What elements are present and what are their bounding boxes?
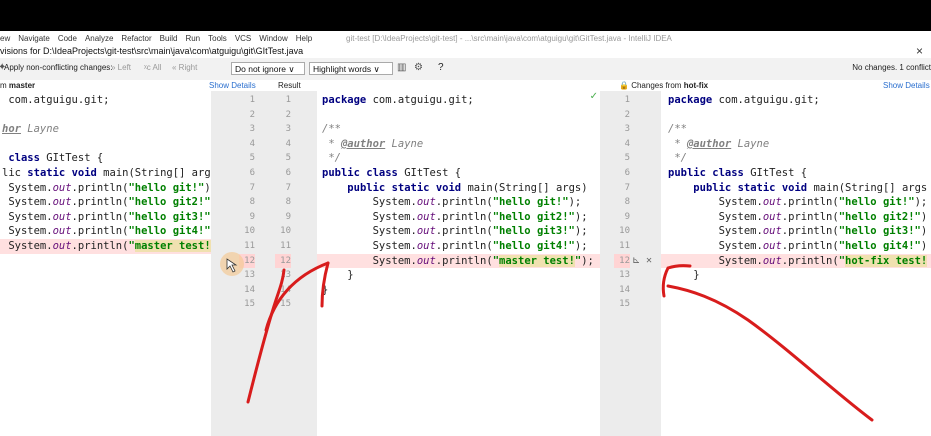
arrow-stroke-left	[246, 268, 286, 404]
annotation-overlay	[220, 252, 874, 422]
arrow-head-left-b	[320, 261, 330, 308]
arrow-stroke-right	[666, 284, 874, 422]
arrow-head-left-a	[264, 261, 330, 332]
